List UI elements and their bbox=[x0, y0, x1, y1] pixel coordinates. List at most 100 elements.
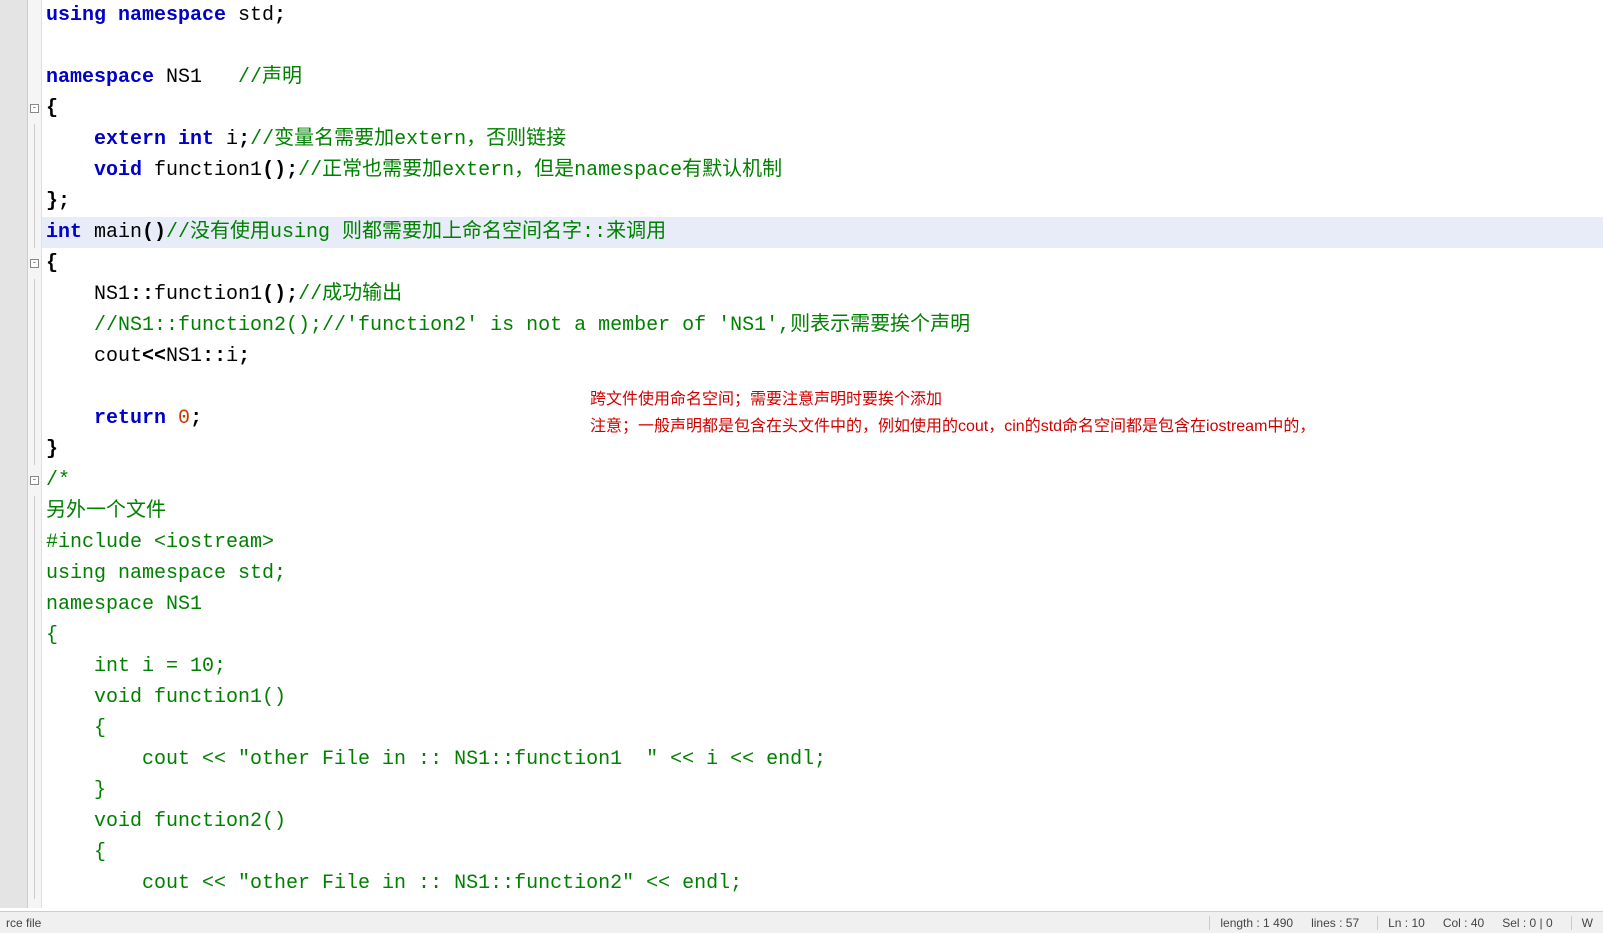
token: NS1 bbox=[166, 345, 202, 368]
fold-column[interactable]: - - - bbox=[28, 0, 42, 908]
token: function1 bbox=[142, 159, 262, 182]
token: main bbox=[82, 221, 142, 244]
fold-marker[interactable] bbox=[28, 341, 41, 372]
code-line[interactable] bbox=[42, 31, 1603, 62]
token: { bbox=[46, 624, 58, 647]
code-line[interactable]: NS1::function1();//成功输出 bbox=[42, 279, 1603, 310]
line-number bbox=[0, 31, 27, 62]
line-number bbox=[0, 744, 27, 775]
fold-marker[interactable] bbox=[28, 31, 41, 62]
token: //成功输出 bbox=[298, 283, 402, 306]
fold-marker[interactable] bbox=[28, 620, 41, 651]
code-line[interactable]: #include <iostream> bbox=[42, 527, 1603, 558]
code-line[interactable]: cout<<NS1::i; bbox=[42, 341, 1603, 372]
code-area[interactable]: 跨文件使用命名空间；需要注意声明时要挨个添加 注意；一般声明都是包含在头文件中的… bbox=[42, 0, 1603, 908]
fold-marker[interactable] bbox=[28, 775, 41, 806]
fold-marker[interactable] bbox=[28, 403, 41, 434]
code-line[interactable]: { bbox=[42, 713, 1603, 744]
status-end: W bbox=[1571, 916, 1593, 930]
fold-marker[interactable]: - bbox=[28, 248, 41, 279]
line-number bbox=[0, 620, 27, 651]
code-line[interactable]: int main()//没有使用using 则都需要加上命名空间名字::来调用 bbox=[42, 217, 1603, 248]
code-line[interactable]: extern int i;//变量名需要加extern，否则链接 bbox=[42, 124, 1603, 155]
fold-marker[interactable] bbox=[28, 744, 41, 775]
token: //没有使用using 则都需要加上命名空间名字::来调用 bbox=[166, 221, 666, 244]
fold-marker[interactable] bbox=[28, 279, 41, 310]
token: } bbox=[94, 779, 106, 802]
fold-marker[interactable] bbox=[28, 186, 41, 217]
code-line[interactable]: int i = 10; bbox=[42, 651, 1603, 682]
code-line[interactable]: 另外一个文件 bbox=[42, 496, 1603, 527]
fold-marker[interactable] bbox=[28, 155, 41, 186]
status-lines: lines : 57 bbox=[1311, 916, 1359, 930]
code-line[interactable]: { bbox=[42, 93, 1603, 124]
code-line[interactable]: void function1();//正常也需要加extern，但是namesp… bbox=[42, 155, 1603, 186]
code-line[interactable]: void function2() bbox=[42, 806, 1603, 837]
token: i bbox=[214, 128, 238, 151]
code-line[interactable]: cout << "other File in :: NS1::function2… bbox=[42, 868, 1603, 899]
fold-marker[interactable] bbox=[28, 217, 41, 248]
fold-toggle-icon[interactable]: - bbox=[30, 476, 39, 485]
code-line[interactable]: using namespace std; bbox=[42, 0, 1603, 31]
code-line[interactable]: }; bbox=[42, 186, 1603, 217]
fold-marker[interactable] bbox=[28, 868, 41, 899]
fold-marker[interactable] bbox=[28, 310, 41, 341]
fold-marker[interactable] bbox=[28, 651, 41, 682]
line-number bbox=[0, 465, 27, 496]
token: { bbox=[46, 252, 58, 275]
token: namespace bbox=[46, 66, 154, 89]
code-line[interactable]: /* bbox=[42, 465, 1603, 496]
fold-marker[interactable]: - bbox=[28, 93, 41, 124]
code-line[interactable]: //NS1::function2();//'function2' is not … bbox=[42, 310, 1603, 341]
token: #include <iostream> bbox=[46, 531, 274, 554]
annotation-overlay: 跨文件使用命名空间；需要注意声明时要挨个添加 注意；一般声明都是包含在头文件中的… bbox=[590, 386, 1460, 440]
line-number bbox=[0, 341, 27, 372]
fold-marker[interactable] bbox=[28, 0, 41, 31]
line-number bbox=[0, 713, 27, 744]
token: ; bbox=[238, 345, 250, 368]
token: std bbox=[226, 4, 274, 27]
code-line[interactable]: namespace NS1 bbox=[42, 589, 1603, 620]
fold-marker[interactable] bbox=[28, 713, 41, 744]
code-line[interactable]: void function1() bbox=[42, 682, 1603, 713]
token: } bbox=[46, 438, 58, 461]
code-line[interactable]: { bbox=[42, 837, 1603, 868]
line-number bbox=[0, 868, 27, 899]
token: ; bbox=[238, 128, 250, 151]
token: void function1() bbox=[94, 686, 286, 709]
token: //声明 bbox=[238, 66, 302, 89]
fold-marker[interactable] bbox=[28, 496, 41, 527]
status-col: Col : 40 bbox=[1443, 916, 1484, 930]
code-line[interactable]: } bbox=[42, 775, 1603, 806]
line-number bbox=[0, 806, 27, 837]
code-line[interactable]: { bbox=[42, 620, 1603, 651]
status-sel: Sel : 0 | 0 bbox=[1502, 916, 1552, 930]
fold-marker[interactable] bbox=[28, 124, 41, 155]
line-number bbox=[0, 310, 27, 341]
token: namespace NS1 bbox=[46, 593, 202, 616]
fold-marker[interactable] bbox=[28, 372, 41, 403]
fold-marker[interactable] bbox=[28, 837, 41, 868]
fold-marker[interactable] bbox=[28, 806, 41, 837]
line-number bbox=[0, 682, 27, 713]
token: ; bbox=[190, 407, 202, 430]
token: function1 bbox=[154, 283, 262, 306]
code-line[interactable]: namespace NS1 //声明 bbox=[42, 62, 1603, 93]
fold-marker[interactable] bbox=[28, 434, 41, 465]
fold-toggle-icon[interactable]: - bbox=[30, 259, 39, 268]
line-number bbox=[0, 155, 27, 186]
code-line[interactable]: cout << "other File in :: NS1::function1… bbox=[42, 744, 1603, 775]
status-bar: rce file length : 1 490 lines : 57 Ln : … bbox=[0, 911, 1603, 933]
fold-marker[interactable] bbox=[28, 682, 41, 713]
fold-marker[interactable] bbox=[28, 62, 41, 93]
code-line[interactable]: using namespace std; bbox=[42, 558, 1603, 589]
fold-marker[interactable] bbox=[28, 527, 41, 558]
fold-marker[interactable] bbox=[28, 589, 41, 620]
fold-marker[interactable]: - bbox=[28, 465, 41, 496]
fold-toggle-icon[interactable]: - bbox=[30, 104, 39, 113]
line-number bbox=[0, 775, 27, 806]
fold-marker[interactable] bbox=[28, 558, 41, 589]
code-editor[interactable]: - - - 跨文件使用命名空间；需要注意声明时要挨个添加 注意；一般声明都是包含在头… bbox=[0, 0, 1603, 908]
code-line[interactable]: { bbox=[42, 248, 1603, 279]
line-number bbox=[0, 837, 27, 868]
